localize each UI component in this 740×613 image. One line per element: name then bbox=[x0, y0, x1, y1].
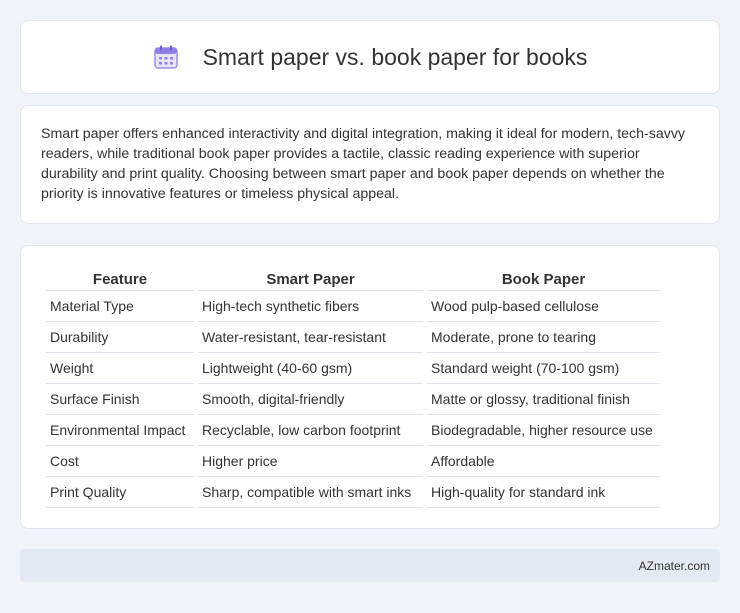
table-row: Material Type High-tech synthetic fibers… bbox=[46, 291, 660, 322]
table-cell: Moderate, prone to tearing bbox=[427, 322, 660, 353]
footer-bar: AZmater.com bbox=[20, 549, 720, 582]
table-row: Environmental Impact Recyclable, low car… bbox=[46, 415, 660, 446]
description-text: Smart paper offers enhanced interactivit… bbox=[41, 126, 686, 202]
table-cell: High-tech synthetic fibers bbox=[198, 291, 423, 322]
table-cell: Water-resistant, tear-resistant bbox=[198, 322, 423, 353]
column-header-smart-paper: Smart Paper bbox=[198, 266, 423, 291]
table-cell: Matte or glossy, traditional finish bbox=[427, 384, 660, 415]
table-cell: Durability bbox=[46, 322, 194, 353]
table-cell: Surface Finish bbox=[46, 384, 194, 415]
column-header-book-paper: Book Paper bbox=[427, 266, 660, 291]
table-row: Surface Finish Smooth, digital-friendly … bbox=[46, 384, 660, 415]
footer-brand-link[interactable]: AZmater.com bbox=[639, 559, 710, 573]
page-title: Smart paper vs. book paper for books bbox=[202, 43, 588, 70]
table-cell: High-quality for standard ink bbox=[427, 477, 660, 508]
table-cell: Weight bbox=[46, 353, 194, 384]
table-cell: Smooth, digital-friendly bbox=[198, 384, 423, 415]
table-row: Durability Water-resistant, tear-resista… bbox=[46, 322, 660, 353]
table-cell: Lightweight (40-60 gsm) bbox=[198, 353, 423, 384]
table-cell: Higher price bbox=[198, 446, 423, 477]
table-header-row: Feature Smart Paper Book Paper bbox=[46, 266, 660, 291]
table-cell: Sharp, compatible with smart inks bbox=[198, 477, 423, 508]
table-cell: Recyclable, low carbon footprint bbox=[198, 415, 423, 446]
calendar-icon bbox=[153, 44, 179, 70]
table-cell: Affordable bbox=[427, 446, 660, 477]
table-row: Print Quality Sharp, compatible with sma… bbox=[46, 477, 660, 508]
table-row: Weight Lightweight (40-60 gsm) Standard … bbox=[46, 353, 660, 384]
table-cell: Print Quality bbox=[46, 477, 194, 508]
table-cell: Material Type bbox=[46, 291, 194, 322]
table-cell: Biodegradable, higher resource use bbox=[427, 415, 660, 446]
table-row: Cost Higher price Affordable bbox=[46, 446, 660, 477]
table-cell: Cost bbox=[46, 446, 194, 477]
comparison-table: Feature Smart Paper Book Paper Material … bbox=[42, 266, 664, 508]
comparison-card: Feature Smart Paper Book Paper Material … bbox=[20, 245, 720, 529]
table-cell: Standard weight (70-100 gsm) bbox=[427, 353, 660, 384]
table-cell: Wood pulp-based cellulose bbox=[427, 291, 660, 322]
column-header-feature: Feature bbox=[46, 266, 194, 291]
title-card: Smart paper vs. book paper for books bbox=[20, 20, 720, 94]
table-cell: Environmental Impact bbox=[46, 415, 194, 446]
description-card: Smart paper offers enhanced interactivit… bbox=[20, 105, 720, 224]
